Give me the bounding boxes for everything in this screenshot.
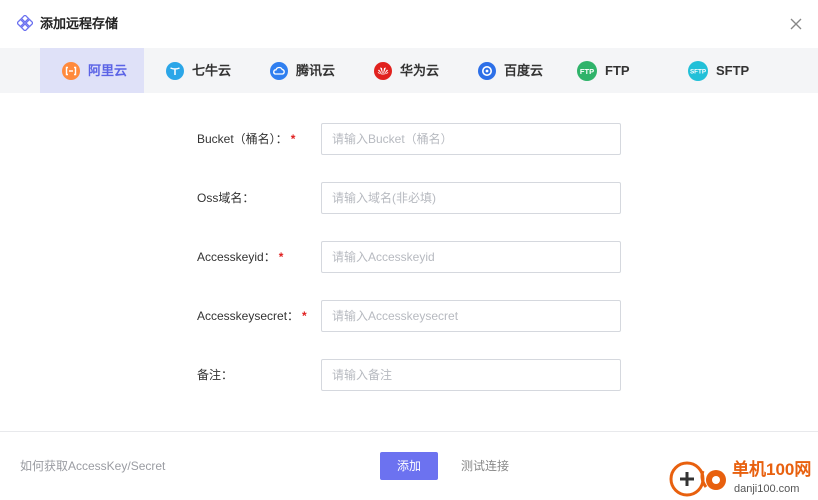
form-row-accesskeyid: Accesskeyid： * <box>0 241 818 273</box>
watermark-url: danji100.com <box>734 483 800 495</box>
tab-baidu-cloud[interactable]: 百度云 <box>456 48 560 93</box>
tab-label: 阿里云 <box>88 63 128 78</box>
form-row-oss-domain: Oss域名： <box>0 182 818 214</box>
required-marker: * <box>290 132 296 146</box>
bucket-label: Bucket（桶名）： * <box>197 132 296 146</box>
sftp-icon: SFTP <box>688 61 708 81</box>
accesskeyid-input[interactable] <box>321 241 621 273</box>
danji100-logo-icon <box>669 461 726 497</box>
tab-huawei-cloud[interactable]: 华为云 <box>352 48 456 93</box>
tab-label: SFTP <box>716 63 750 78</box>
tab-ftp[interactable]: FTP FTP <box>560 48 664 93</box>
oss-domain-label: Oss域名： <box>197 191 255 205</box>
tab-qiniu[interactable]: 七牛云 <box>144 48 248 93</box>
form-row-bucket: Bucket（桶名）： * <box>0 123 818 155</box>
dialog-titlebar: 添加远程存储 <box>0 0 818 48</box>
oss-domain-input[interactable] <box>321 182 621 214</box>
accesskeysecret-label: Accesskeysecret： * <box>197 309 307 323</box>
remark-input[interactable] <box>321 359 621 391</box>
tab-label: 七牛云 <box>192 63 232 78</box>
add-button[interactable]: 添加 <box>380 452 438 480</box>
tab-sftp[interactable]: SFTP SFTP <box>664 48 768 93</box>
tab-tencent-cloud[interactable]: 腾讯云 <box>248 48 352 93</box>
storage-provider-tabs: 阿里云 七牛云 腾讯云 华为云 百度云 FTP FTP SFTP SFTP <box>0 48 818 93</box>
cluster-diamond-icon <box>17 15 33 31</box>
tab-label: 华为云 <box>400 63 440 78</box>
get-accesskey-help-link[interactable]: 如何获取AccessKey/Secret <box>20 458 165 474</box>
form-row-remark: 备注： <box>0 359 818 391</box>
watermark: 单机100网 danji100.com <box>668 458 818 500</box>
footer-divider <box>0 431 818 432</box>
huawei-icon <box>374 62 392 80</box>
accesskeyid-label: Accesskeyid： * <box>197 250 284 264</box>
tencent-cloud-icon <box>270 62 288 80</box>
qiniu-icon <box>166 62 184 80</box>
tab-label: FTP <box>605 63 630 78</box>
tab-aliyun[interactable]: 阿里云 <box>40 48 144 93</box>
dialog-title: 添加远程存储 <box>40 16 119 31</box>
baidu-cloud-icon <box>478 62 496 80</box>
bucket-input[interactable] <box>321 123 621 155</box>
required-marker: * <box>278 250 284 264</box>
watermark-name: 单机100网 <box>732 460 812 479</box>
accesskeysecret-input[interactable] <box>321 300 621 332</box>
svg-text:SFTP: SFTP <box>690 69 706 76</box>
remark-label: 备注： <box>197 368 234 382</box>
ftp-icon: FTP <box>577 61 597 81</box>
svg-text:FTP: FTP <box>580 67 594 76</box>
aliyun-icon <box>62 62 80 80</box>
required-marker: * <box>302 309 307 323</box>
tab-label: 腾讯云 <box>296 63 336 78</box>
test-connection-button[interactable]: 测试连接 <box>461 458 509 474</box>
tab-label: 百度云 <box>504 63 544 78</box>
close-icon[interactable] <box>789 17 803 31</box>
form-row-accesskeysecret: Accesskeysecret： * <box>0 300 818 332</box>
